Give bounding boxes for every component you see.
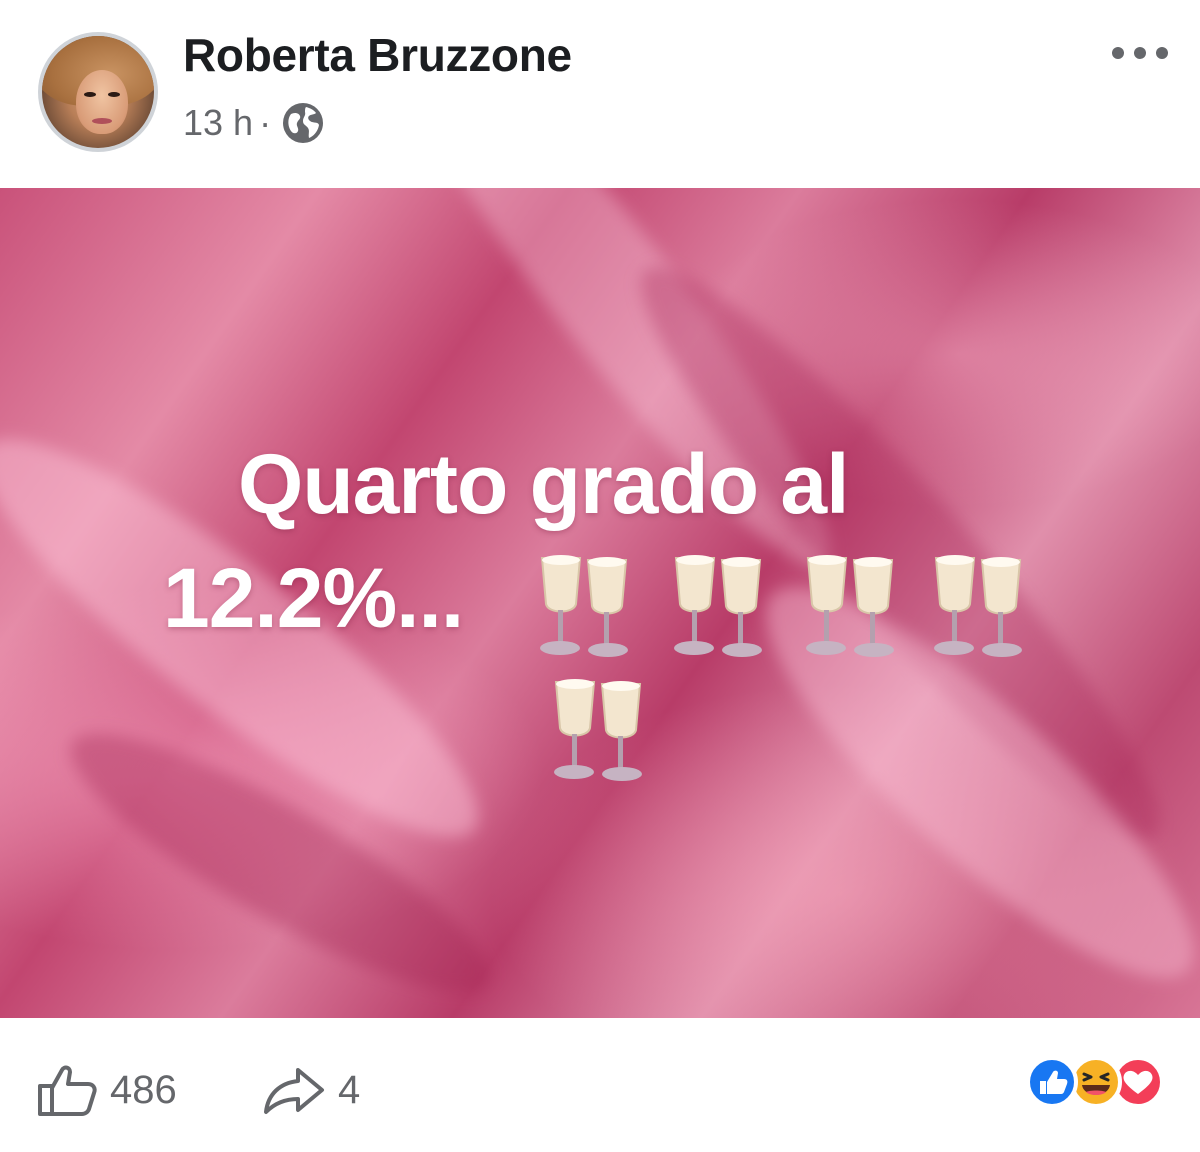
meta-separator: · [259, 102, 272, 143]
image-text-line-1: Quarto grado al [238, 437, 849, 531]
clinking-glasses-icon [806, 555, 894, 657]
thumbs-up-outline-icon [38, 1065, 97, 1116]
post-timestamp[interactable]: 13 h [183, 102, 253, 144]
post-image[interactable]: Quarto grado al 12.2%... [0, 188, 1200, 1018]
like-button[interactable]: 486 [36, 1062, 177, 1118]
clinking-glasses-icon [554, 679, 642, 781]
reactions-summary[interactable] [1014, 1054, 1174, 1110]
clinking-glasses-icon [540, 555, 628, 657]
like-count: 486 [110, 1067, 177, 1112]
image-text-line-2: 12.2%... [163, 551, 464, 645]
author-name[interactable]: Roberta Bruzzone [183, 28, 572, 82]
share-button[interactable]: 4 [262, 1062, 360, 1118]
globe-icon[interactable] [281, 101, 325, 145]
facebook-post: Roberta Bruzzone 13 h · Quarto grado al … [0, 0, 1200, 1152]
image-caption: Quarto grado al 12.2%... [0, 188, 1200, 1018]
post-meta: 13 h · [183, 100, 325, 146]
clinking-glasses-icon [674, 555, 762, 657]
haha-reaction-icon [1070, 1056, 1122, 1108]
author-avatar[interactable] [38, 32, 158, 152]
share-count: 4 [338, 1067, 361, 1112]
more-options-icon[interactable] [1108, 40, 1172, 66]
avatar-photo [42, 36, 154, 148]
share-arrow-icon [264, 1068, 324, 1114]
post-header: Roberta Bruzzone 13 h · [0, 0, 1200, 188]
clinking-glasses-icon [934, 555, 1022, 657]
like-reaction-icon [1026, 1056, 1078, 1108]
